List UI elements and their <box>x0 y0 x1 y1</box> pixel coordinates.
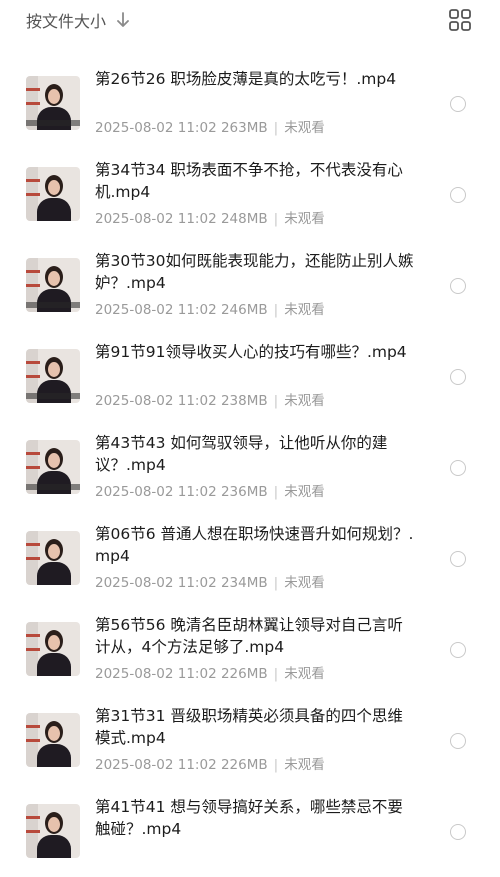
watch-status: 未观看 <box>284 757 325 773</box>
file-title: 第91节91领导收买人心的技巧有哪些？.mp4 <box>95 343 407 361</box>
file-date: 2025-08-02 11:02 <box>95 211 217 227</box>
file-meta: 2025-08-02 11:02 263MB | 未观看 <box>95 120 325 136</box>
file-title: 第26节26 职场脸皮薄是真的太吃亏！.mp4 <box>95 70 397 88</box>
file-title: 第56节56 晚清名臣胡林翼让领导对自己言听计从，4个方法足够了.mp4 <box>95 616 403 656</box>
top-toolbar: 按文件大小 <box>0 0 500 42</box>
file-row[interactable]: 第56节56 晚清名臣胡林翼让领导对自己言听计从，4个方法足够了.mp4 202… <box>0 604 500 695</box>
file-meta: 2025-08-02 11:02 238MB | 未观看 <box>95 393 325 409</box>
select-radio[interactable] <box>450 96 466 112</box>
file-list: 第26节26 职场脸皮薄是真的太吃亏！.mp4 2025-08-02 11:02… <box>0 58 500 877</box>
select-radio[interactable] <box>450 369 466 385</box>
watch-status: 未观看 <box>284 393 325 409</box>
sort-by-size-button[interactable]: 按文件大小 <box>26 8 130 32</box>
select-radio[interactable] <box>450 551 466 567</box>
select-radio[interactable] <box>450 460 466 476</box>
video-thumbnail <box>26 713 80 767</box>
file-row[interactable]: 第91节91领导收买人心的技巧有哪些？.mp4 2025-08-02 11:02… <box>0 331 500 422</box>
grid-view-icon[interactable] <box>448 8 472 32</box>
file-title: 第31节31 晋级职场精英必须具备的四个思维模式.mp4 <box>95 707 403 747</box>
video-thumbnail <box>26 349 80 403</box>
watch-status: 未观看 <box>284 666 325 682</box>
file-title: 第34节34 职场表面不争不抢，不代表没有心机.mp4 <box>95 161 403 201</box>
watch-status: 未观看 <box>284 484 325 500</box>
file-title: 第43节43 如何驾驭领导，让他听从你的建议？.mp4 <box>95 434 388 474</box>
file-size: 238MB <box>220 393 268 409</box>
file-date: 2025-08-02 11:02 <box>95 120 217 136</box>
video-thumbnail <box>26 76 80 130</box>
arrow-down-icon <box>116 12 130 28</box>
select-radio[interactable] <box>450 733 466 749</box>
file-date: 2025-08-02 11:02 <box>95 302 217 318</box>
select-radio[interactable] <box>450 824 466 840</box>
file-size: 226MB <box>220 666 268 682</box>
watch-status: 未观看 <box>284 302 325 318</box>
sort-label: 按文件大小 <box>26 12 107 31</box>
file-row[interactable]: 第26节26 职场脸皮薄是真的太吃亏！.mp4 2025-08-02 11:02… <box>0 58 500 149</box>
file-title: 第06节6 普通人想在职场快速晋升如何规划？.mp4 <box>95 525 414 565</box>
video-thumbnail <box>26 440 80 494</box>
file-row[interactable]: 第43节43 如何驾驭领导，让他听从你的建议？.mp4 2025-08-02 1… <box>0 422 500 513</box>
file-size: 246MB <box>220 302 268 318</box>
file-meta: 2025-08-02 11:02 236MB | 未观看 <box>95 484 325 500</box>
video-thumbnail <box>26 804 80 858</box>
file-size: 234MB <box>220 575 268 591</box>
watch-status: 未观看 <box>284 575 325 591</box>
file-row[interactable]: 第41节41 想与领导搞好关系，哪些禁忌不要触碰？.mp4 <box>0 786 500 877</box>
watch-status: 未观看 <box>284 211 325 227</box>
file-size: 226MB <box>220 757 268 773</box>
video-thumbnail <box>26 258 80 312</box>
file-size: 236MB <box>220 484 268 500</box>
file-meta: 2025-08-02 11:02 234MB | 未观看 <box>95 575 325 591</box>
select-radio[interactable] <box>450 278 466 294</box>
file-date: 2025-08-02 11:02 <box>95 393 217 409</box>
select-radio[interactable] <box>450 642 466 658</box>
file-title: 第41节41 想与领导搞好关系，哪些禁忌不要触碰？.mp4 <box>95 798 403 838</box>
watch-status: 未观看 <box>284 120 325 136</box>
file-date: 2025-08-02 11:02 <box>95 575 217 591</box>
video-thumbnail <box>26 622 80 676</box>
file-date: 2025-08-02 11:02 <box>95 484 217 500</box>
video-thumbnail <box>26 167 80 221</box>
file-size: 263MB <box>220 120 268 136</box>
file-row[interactable]: 第31节31 晋级职场精英必须具备的四个思维模式.mp4 2025-08-02 … <box>0 695 500 786</box>
file-row[interactable]: 第30节30如何既能表现能力，还能防止别人嫉妒？.mp4 2025-08-02 … <box>0 240 500 331</box>
file-date: 2025-08-02 11:02 <box>95 666 217 682</box>
file-meta: 2025-08-02 11:02 246MB | 未观看 <box>95 302 325 318</box>
file-row[interactable]: 第34节34 职场表面不争不抢，不代表没有心机.mp4 2025-08-02 1… <box>0 149 500 240</box>
video-thumbnail <box>26 531 80 585</box>
file-meta: 2025-08-02 11:02 226MB | 未观看 <box>95 666 325 682</box>
file-row[interactable]: 第06节6 普通人想在职场快速晋升如何规划？.mp4 2025-08-02 11… <box>0 513 500 604</box>
file-meta: 2025-08-02 11:02 226MB | 未观看 <box>95 757 325 773</box>
file-date: 2025-08-02 11:02 <box>95 757 217 773</box>
file-size: 248MB <box>220 211 268 227</box>
file-title: 第30节30如何既能表现能力，还能防止别人嫉妒？.mp4 <box>95 252 414 292</box>
file-meta: 2025-08-02 11:02 248MB | 未观看 <box>95 211 325 227</box>
select-radio[interactable] <box>450 187 466 203</box>
